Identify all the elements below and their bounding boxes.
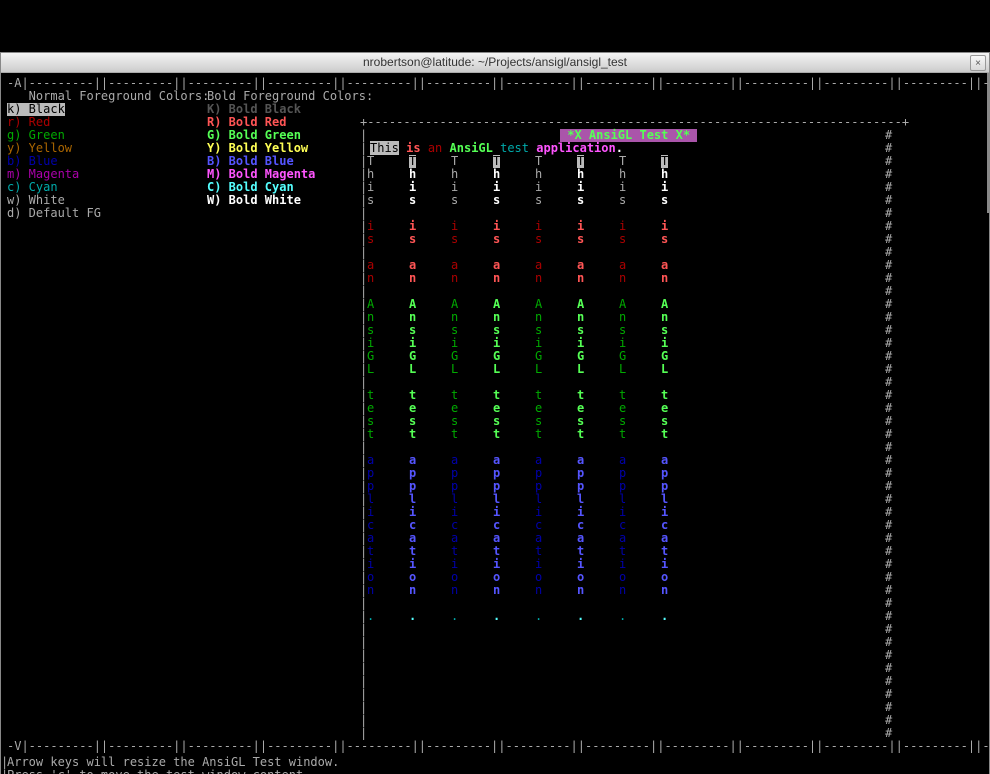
close-icon: ×	[975, 57, 981, 70]
grid-letter: s	[409, 233, 416, 246]
grid-letter: t	[493, 428, 500, 441]
terminal-viewport[interactable]: -A|---------||---------||---------||----…	[1, 73, 989, 774]
grid-letter: n	[535, 272, 542, 285]
grid-letter: n	[577, 272, 584, 285]
grid-letter: .	[535, 610, 542, 623]
grid-letter: .	[577, 610, 584, 623]
scrollbar[interactable]	[987, 73, 989, 774]
bold-color-item[interactable]: W) Bold White	[207, 194, 301, 207]
grid-letter: s	[535, 194, 542, 207]
grid-letter: L	[367, 363, 374, 376]
window-title: nrobertson@latitude: ~/Projects/ansigl/a…	[363, 56, 627, 69]
scrollbar-thumb[interactable]	[987, 73, 989, 213]
sentence-token: application	[536, 141, 615, 155]
grid-letter: .	[409, 610, 416, 623]
grid-letter: t	[619, 428, 626, 441]
grid-letter: n	[661, 584, 668, 597]
grid-letter: n	[577, 584, 584, 597]
grid-letter: s	[493, 233, 500, 246]
grid-letter: t	[577, 428, 584, 441]
sentence-token	[442, 141, 449, 155]
sentence-token: This	[370, 141, 399, 155]
sentence-token: .	[616, 141, 623, 155]
grid-letter: s	[451, 233, 458, 246]
grid-letter: n	[619, 584, 626, 597]
grid-letter: s	[409, 194, 416, 207]
grid-letter: s	[661, 194, 668, 207]
grid-letter: L	[577, 363, 584, 376]
grid-letter: .	[451, 610, 458, 623]
grid-letter: n	[451, 272, 458, 285]
grid-letter: L	[661, 363, 668, 376]
grid-letter: L	[451, 363, 458, 376]
grid-letter: L	[535, 363, 542, 376]
grid-letter: n	[367, 584, 374, 597]
grid-letter: n	[409, 584, 416, 597]
grid-letter: n	[661, 272, 668, 285]
normal-color-item[interactable]: d) Default FG	[7, 207, 101, 220]
grid-letter: t	[661, 428, 668, 441]
grid-letter: n	[535, 584, 542, 597]
grid-letter: n	[493, 272, 500, 285]
grid-letter: L	[619, 363, 626, 376]
grid-letter: s	[493, 194, 500, 207]
grid-letter: s	[535, 233, 542, 246]
grid-letter: t	[451, 428, 458, 441]
grid-letter: s	[577, 194, 584, 207]
grid-letter: s	[451, 194, 458, 207]
ruler-bottom: -V|---------||---------||---------||----…	[7, 740, 989, 753]
grid-letter: n	[409, 272, 416, 285]
grid-letter: .	[661, 610, 668, 623]
grid-letter: n	[619, 272, 626, 285]
sentence-token: an	[428, 141, 442, 155]
grid-letter: n	[367, 272, 374, 285]
grid-letter: n	[451, 584, 458, 597]
status-line: Press 'c' to move the test window conten…	[7, 769, 339, 774]
grid-letter: s	[367, 233, 374, 246]
grid-letter: t	[367, 428, 374, 441]
grid-letter: s	[661, 233, 668, 246]
status-area: Arrow keys will resize the AnsiGL Test w…	[7, 756, 339, 774]
sentence-token: is	[406, 141, 420, 155]
grid-letter: s	[619, 233, 626, 246]
grid-letter: s	[619, 194, 626, 207]
application-window: nrobertson@latitude: ~/Projects/ansigl/a…	[0, 52, 990, 774]
grid-letter: .	[493, 610, 500, 623]
sentence-token	[421, 141, 428, 155]
sentence-token: test	[500, 141, 529, 155]
close-button[interactable]: ×	[970, 55, 986, 71]
grid-letter: .	[619, 610, 626, 623]
grid-letter: s	[367, 194, 374, 207]
sentence-token: AnsiGL	[450, 141, 493, 155]
window-titlebar: nrobertson@latitude: ~/Projects/ansigl/a…	[1, 53, 989, 73]
grid-letter: t	[535, 428, 542, 441]
grid-letter: L	[409, 363, 416, 376]
grid-letter: n	[493, 584, 500, 597]
grid-letter: .	[367, 610, 374, 623]
grid-letter: L	[493, 363, 500, 376]
grid-letter: s	[577, 233, 584, 246]
grid-letter: t	[409, 428, 416, 441]
